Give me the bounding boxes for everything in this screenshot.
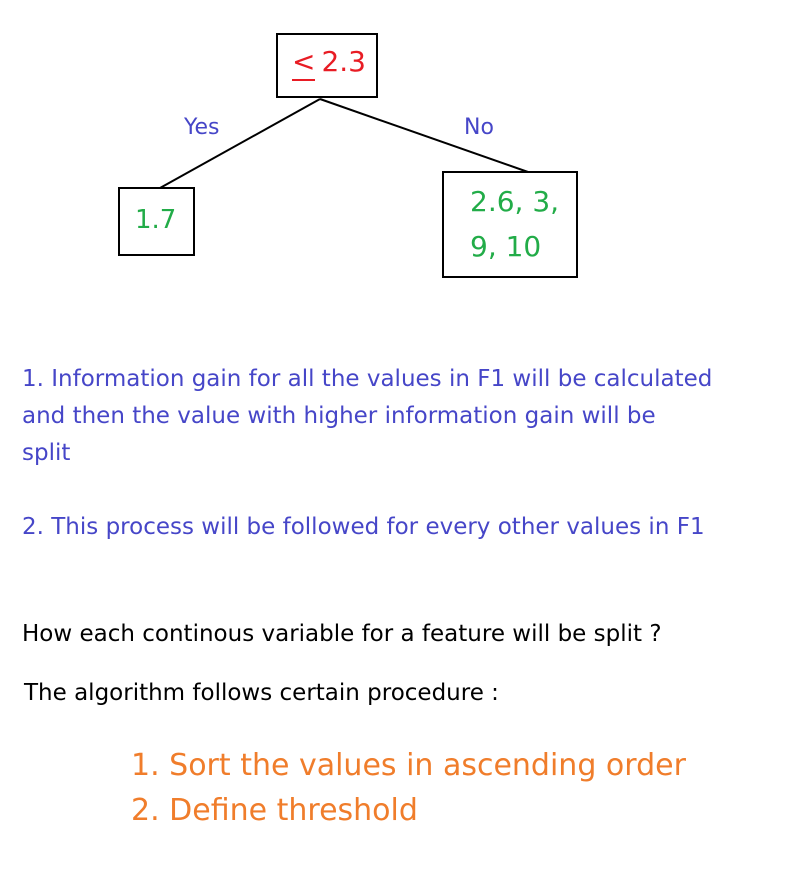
root-node: < 2.3 [276, 33, 378, 98]
step-1: 1. Sort the values in ascending order [131, 748, 686, 783]
root-condition: < 2.3 [292, 45, 366, 81]
edge-yes-line [159, 98, 321, 189]
right-leaf-values-line2: 9, 10 [470, 230, 542, 263]
edge-label-yes: Yes [184, 115, 220, 140]
step-2: 2. Define threshold [131, 793, 418, 828]
right-leaf-values-line1: 2.6, 3, [470, 185, 560, 218]
less-equal-symbol: < [292, 45, 316, 81]
left-leaf-value: 1.7 [135, 205, 177, 235]
edge-no-line [319, 98, 529, 173]
root-threshold-value: 2.3 [321, 45, 366, 78]
note-1: 1. Information gain for all the values i… [22, 361, 792, 472]
right-leaf-node: 2.6, 3, 9, 10 [442, 171, 578, 278]
left-leaf-node: 1.7 [118, 187, 195, 256]
note-1-line-1: 1. Information gain for all the values i… [22, 366, 713, 392]
edge-label-no: No [464, 115, 494, 140]
question-text: How each continous variable for a featur… [22, 621, 662, 647]
note-1-line-3: split [22, 440, 71, 466]
note-2: 2. This process will be followed for eve… [22, 514, 705, 540]
note-1-line-2: and then the value with higher informati… [22, 403, 656, 429]
procedure-intro: The algorithm follows certain procedure … [24, 680, 499, 706]
steps-list: 1. Sort the values in ascending order 2.… [131, 743, 686, 833]
